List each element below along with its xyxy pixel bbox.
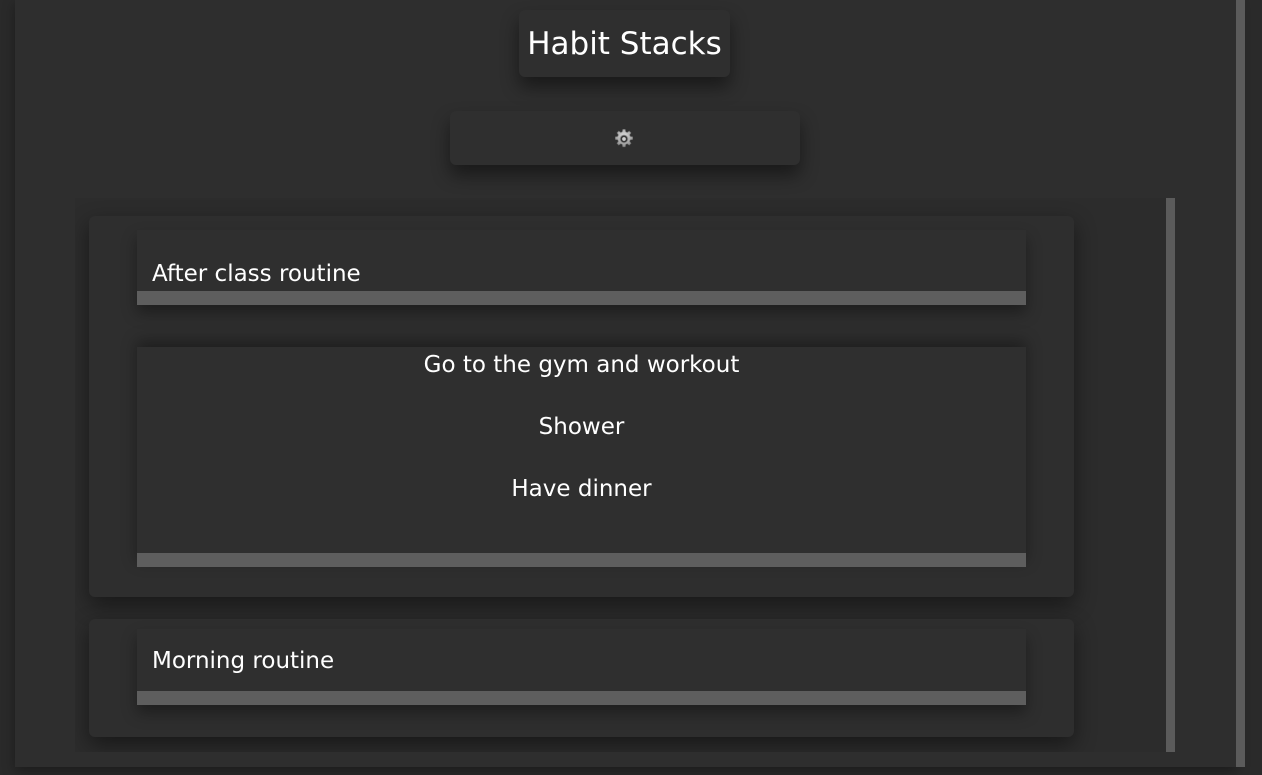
app-title-box: Habit Stacks [519, 10, 730, 77]
settings-button[interactable] [450, 111, 800, 165]
stack-header-divider [137, 291, 1026, 305]
stack-title: After class routine [152, 261, 361, 287]
stack-header[interactable]: Morning routine [137, 629, 1026, 705]
habit-item[interactable]: Have dinner [137, 474, 1026, 504]
stack-card: After class routine Go to the gym and wo… [89, 216, 1074, 597]
stack-header[interactable]: After class routine [137, 230, 1026, 305]
habit-list: Go to the gym and workout Shower Have di… [137, 347, 1026, 567]
page-scrollbar[interactable] [1236, 0, 1245, 767]
habit-item[interactable]: Shower [137, 412, 1026, 442]
gear-icon [615, 129, 633, 148]
habit-item[interactable]: Go to the gym and workout [137, 350, 1026, 380]
stack-title: Morning routine [152, 648, 335, 674]
stack-card: Morning routine [89, 619, 1074, 737]
app-title: Habit Stacks [527, 26, 722, 62]
habit-list-divider [137, 553, 1026, 567]
stack-header-divider [137, 691, 1026, 705]
stack-list-panel: After class routine Go to the gym and wo… [75, 198, 1166, 752]
stack-list-scrollbar[interactable] [1166, 198, 1175, 752]
